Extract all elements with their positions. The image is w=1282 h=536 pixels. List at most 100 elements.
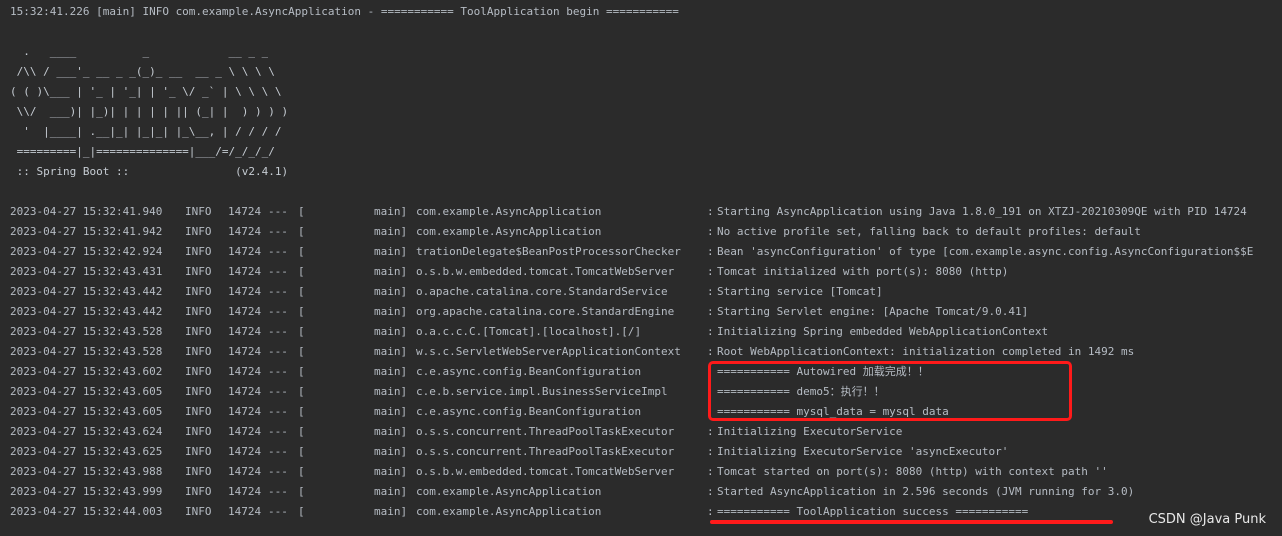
log-logger: o.s.s.concurrent.ThreadPoolTaskExecutor bbox=[416, 425, 675, 438]
log-level: INFO bbox=[185, 465, 212, 478]
log-thread-open-bracket: [ bbox=[298, 485, 305, 498]
log-logger: com.example.AsyncApplication bbox=[416, 205, 602, 218]
log-level: INFO bbox=[185, 365, 212, 378]
log-line: 2023-04-27 15:32:43.442 INFO 14724 --- [main… bbox=[10, 302, 1282, 322]
spring-boot-version-line: :: Spring Boot :: (v2.4.1) bbox=[10, 165, 289, 178]
log-thread: main] bbox=[374, 305, 408, 318]
log-thread: main] bbox=[374, 485, 408, 498]
log-thread: main] bbox=[374, 385, 408, 398]
log-date: 2023-04-27 15:32:41.942 bbox=[10, 225, 163, 238]
log-message: Started AsyncApplication in 2.596 second… bbox=[717, 485, 1135, 498]
log-level: INFO bbox=[185, 285, 212, 298]
log-level: INFO bbox=[185, 425, 212, 438]
banner-line: =========|_|==============|___/=/_/_/_/ bbox=[10, 145, 275, 158]
log-logger: c.e.async.config.BeanConfiguration bbox=[416, 405, 642, 418]
log-pid: 14724 bbox=[228, 225, 262, 238]
log-line: 2023-04-27 15:32:44.003 INFO 14724 --- [main… bbox=[10, 502, 1282, 522]
log-separator: --- bbox=[268, 245, 288, 258]
log-thread-open-bracket: [ bbox=[298, 285, 305, 298]
log-colon: : bbox=[707, 345, 714, 358]
log-pid: 14724 bbox=[228, 425, 262, 438]
log-date: 2023-04-27 15:32:43.431 bbox=[10, 265, 163, 278]
log-message: Starting Servlet engine: [Apache Tomcat/… bbox=[717, 305, 1029, 318]
log-separator: --- bbox=[268, 425, 288, 438]
header-log-line: 15:32:41.226 [main] INFO com.example.Asy… bbox=[10, 5, 679, 18]
log-thread-open-bracket: [ bbox=[298, 505, 305, 518]
log-thread-open-bracket: [ bbox=[298, 305, 305, 318]
log-level: INFO bbox=[185, 265, 212, 278]
log-level: INFO bbox=[185, 505, 212, 518]
log-date: 2023-04-27 15:32:43.625 bbox=[10, 445, 163, 458]
log-date: 2023-04-27 15:32:43.528 bbox=[10, 345, 163, 358]
log-colon: : bbox=[707, 325, 714, 338]
log-line: 2023-04-27 15:32:43.442 INFO 14724 --- [main… bbox=[10, 282, 1282, 302]
log-line: 2023-04-27 15:32:43.431 INFO 14724 --- [main… bbox=[10, 262, 1282, 282]
log-separator: --- bbox=[268, 445, 288, 458]
log-colon: : bbox=[707, 505, 714, 518]
log-thread-open-bracket: [ bbox=[298, 465, 305, 478]
log-pid: 14724 bbox=[228, 285, 262, 298]
log-thread-open-bracket: [ bbox=[298, 345, 305, 358]
log-message: =========== ToolApplication success ====… bbox=[717, 505, 1029, 518]
log-date: 2023-04-27 15:32:43.999 bbox=[10, 485, 163, 498]
log-thread: main] bbox=[374, 265, 408, 278]
log-level: INFO bbox=[185, 245, 212, 258]
log-separator: --- bbox=[268, 205, 288, 218]
highlight-annotation-box bbox=[708, 361, 1072, 421]
log-thread-open-bracket: [ bbox=[298, 205, 305, 218]
log-colon: : bbox=[707, 485, 714, 498]
log-pid: 14724 bbox=[228, 265, 262, 278]
log-separator: --- bbox=[268, 325, 288, 338]
log-thread-open-bracket: [ bbox=[298, 405, 305, 418]
log-date: 2023-04-27 15:32:43.602 bbox=[10, 365, 163, 378]
log-colon: : bbox=[707, 425, 714, 438]
log-date: 2023-04-27 15:32:43.988 bbox=[10, 465, 163, 478]
log-level: INFO bbox=[185, 445, 212, 458]
log-thread: main] bbox=[374, 465, 408, 478]
log-date: 2023-04-27 15:32:41.940 bbox=[10, 205, 163, 218]
log-thread-open-bracket: [ bbox=[298, 445, 305, 458]
log-logger: o.a.c.c.C.[Tomcat].[localhost].[/] bbox=[416, 325, 642, 338]
log-date: 2023-04-27 15:32:43.528 bbox=[10, 325, 163, 338]
log-separator: --- bbox=[268, 225, 288, 238]
log-thread-open-bracket: [ bbox=[298, 385, 305, 398]
log-colon: : bbox=[707, 465, 714, 478]
log-logger: org.apache.catalina.core.StandardEngine bbox=[416, 305, 675, 318]
log-level: INFO bbox=[185, 305, 212, 318]
log-pid: 14724 bbox=[228, 465, 262, 478]
log-date: 2023-04-27 15:32:43.605 bbox=[10, 385, 163, 398]
log-separator: --- bbox=[268, 485, 288, 498]
log-line: 2023-04-27 15:32:42.924 INFO 14724 --- [main… bbox=[10, 242, 1282, 262]
log-message: Tomcat started on port(s): 8080 (http) w… bbox=[717, 465, 1108, 478]
log-line: 2023-04-27 15:32:43.605 INFO 14724 --- [main… bbox=[10, 402, 1282, 422]
log-logger: com.example.AsyncApplication bbox=[416, 505, 602, 518]
log-logger: c.e.b.service.impl.BusinessServiceImpl bbox=[416, 385, 668, 398]
log-logger: com.example.AsyncApplication bbox=[416, 225, 602, 238]
log-thread: main] bbox=[374, 285, 408, 298]
log-thread-open-bracket: [ bbox=[298, 365, 305, 378]
log-logger: o.s.b.w.embedded.tomcat.TomcatWebServer bbox=[416, 265, 675, 278]
log-pid: 14724 bbox=[228, 445, 262, 458]
log-thread: main] bbox=[374, 365, 408, 378]
log-pid: 14724 bbox=[228, 305, 262, 318]
highlight-annotation-underline bbox=[710, 520, 1113, 524]
log-date: 2023-04-27 15:32:44.003 bbox=[10, 505, 163, 518]
log-thread: main] bbox=[374, 325, 408, 338]
log-colon: : bbox=[707, 285, 714, 298]
log-line: 2023-04-27 15:32:41.940 INFO 14724 --- [main… bbox=[10, 202, 1282, 222]
log-message: Initializing Spring embedded WebApplicat… bbox=[717, 325, 1049, 338]
log-logger: o.apache.catalina.core.StandardService bbox=[416, 285, 668, 298]
log-level: INFO bbox=[185, 485, 212, 498]
log-logger: o.s.s.concurrent.ThreadPoolTaskExecutor bbox=[416, 445, 675, 458]
log-thread: main] bbox=[374, 445, 408, 458]
log-logger: w.s.c.ServletWebServerApplicationContext bbox=[416, 345, 681, 358]
log-pid: 14724 bbox=[228, 385, 262, 398]
log-thread: main] bbox=[374, 205, 408, 218]
log-logger: com.example.AsyncApplication bbox=[416, 485, 602, 498]
log-thread-open-bracket: [ bbox=[298, 265, 305, 278]
log-thread-open-bracket: [ bbox=[298, 225, 305, 238]
banner-line: \\/ ___)| |_)| | | | | || (_| | ) ) ) ) bbox=[10, 105, 289, 118]
log-message: No active profile set, falling back to d… bbox=[717, 225, 1141, 238]
log-line: 2023-04-27 15:32:43.624 INFO 14724 --- [main… bbox=[10, 422, 1282, 442]
log-thread: main] bbox=[374, 245, 408, 258]
